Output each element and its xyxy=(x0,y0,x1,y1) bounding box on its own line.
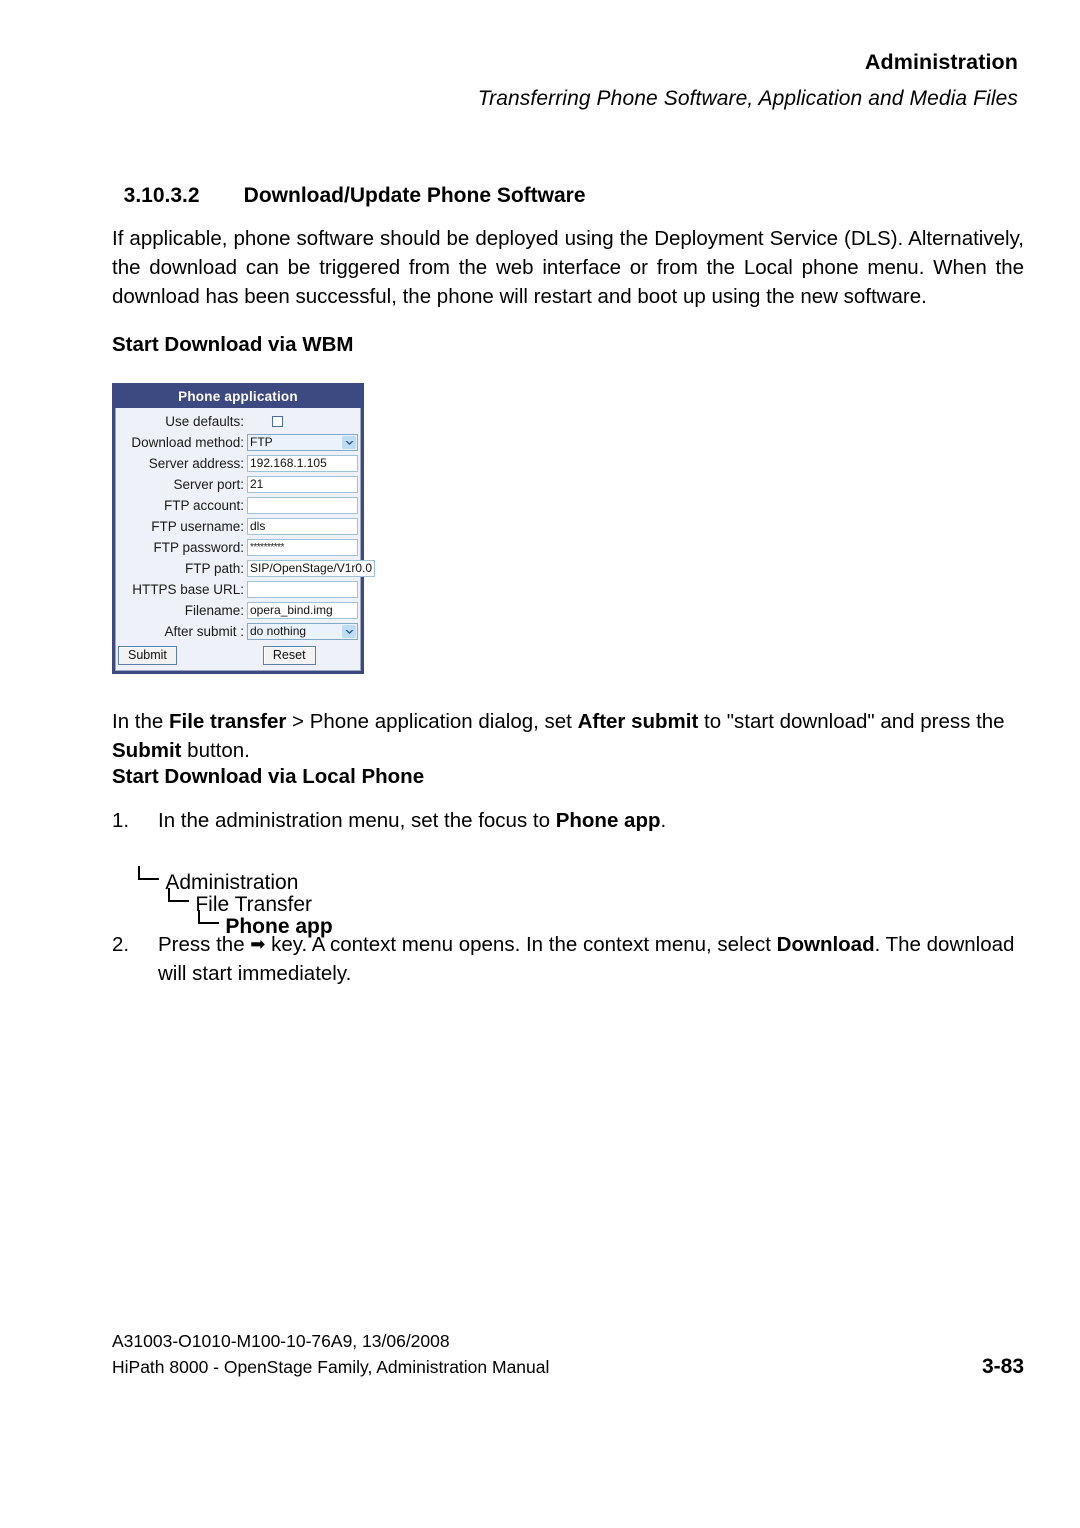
footer-bottom-row: HiPath 8000 - OpenStage Family, Administ… xyxy=(112,1354,1024,1380)
server-address-field: 192.168.1.105 xyxy=(247,455,358,472)
tree-row-administration: Administration xyxy=(112,845,333,894)
use-defaults-checkbox[interactable] xyxy=(272,416,283,427)
label-ftp-account: FTP account: xyxy=(163,498,244,513)
step-1-text: In the administration menu, set the focu… xyxy=(158,806,1024,835)
chevron-down-icon[interactable] xyxy=(342,625,356,638)
after-submit-value: do nothing xyxy=(250,624,307,638)
running-header: Administration Transferring Phone Softwa… xyxy=(477,50,1018,110)
dialog-title: Phone application xyxy=(115,386,361,408)
ft-part3: to "start download" and press the xyxy=(698,709,1005,733)
field-row-server-port: Server port: 21 xyxy=(118,474,358,495)
label-ftp-username: FTP username: xyxy=(151,519,244,534)
label-filename: Filename: xyxy=(184,603,244,618)
ftp-account-input[interactable] xyxy=(247,497,358,514)
s2-part2: key. A context menu opens. In the contex… xyxy=(265,933,777,956)
field-row-ftp-path: FTP path: SIP/OpenStage/V1r0.0 xyxy=(118,558,376,579)
s2-bold-download: Download xyxy=(776,933,875,956)
footer-page-number: 3-83 xyxy=(981,1355,1024,1378)
header-subtitle: Transferring Phone Software, Application… xyxy=(477,86,1018,110)
download-method-field: FTP xyxy=(247,434,358,451)
dialog-body: Use defaults: Download method: FTP Serve… xyxy=(115,408,376,671)
ftp-path-field: SIP/OpenStage/V1r0.0 xyxy=(247,560,376,577)
section-number: 3.10.3.2 xyxy=(123,184,200,207)
step-2-number: 2. xyxy=(112,933,130,956)
server-port-input[interactable]: 21 xyxy=(247,476,358,493)
step-item-1: 1. In the administration menu, set the f… xyxy=(112,806,1024,835)
use-defaults-cell xyxy=(247,416,358,427)
s1-part1: In the administration menu, set the focu… xyxy=(158,809,556,832)
download-method-value: FTP xyxy=(250,435,273,449)
field-row-https-base-url: HTTPS base URL: xyxy=(118,579,358,600)
label-ftp-password: FTP password: xyxy=(153,540,244,555)
label-download-method: Download method: xyxy=(131,435,244,450)
ftp-password-input[interactable]: ********** xyxy=(247,539,358,556)
field-row-server-address: Server address: 192.168.1.105 xyxy=(118,453,358,474)
after-submit-field: do nothing xyxy=(247,623,358,640)
ft-part2: > Phone application dialog, set xyxy=(286,709,578,733)
ft-bold-submit: Submit xyxy=(112,738,182,762)
administration-menu-tree: Administration File Transfer Phone app xyxy=(112,845,333,938)
field-row-use-defaults: Use defaults: xyxy=(118,411,358,432)
server-address-input[interactable]: 192.168.1.105 xyxy=(247,455,358,472)
header-title: Administration xyxy=(864,50,1018,74)
ft-part4: button. xyxy=(181,738,250,762)
label-server-address: Server address: xyxy=(148,456,244,471)
page-footer: A31003-O1010-M100-10-76A9, 13/06/2008 Hi… xyxy=(112,1328,1024,1380)
step-1-number: 1. xyxy=(112,809,130,832)
right-arrow-key-icon: ➡ xyxy=(250,934,266,954)
label-after-submit: After submit : xyxy=(164,624,244,639)
field-row-filename: Filename: opera_bind.img xyxy=(118,600,358,621)
submit-button[interactable]: Submit xyxy=(118,645,177,665)
footer-manual-title: HiPath 8000 - OpenStage Family, Administ… xyxy=(112,1357,550,1377)
field-row-ftp-password: FTP password: ********** xyxy=(118,537,358,558)
dialog-buttons: Submit Reset xyxy=(118,642,358,667)
field-row-ftp-account: FTP account: xyxy=(118,495,358,516)
download-method-select[interactable]: FTP xyxy=(247,434,358,451)
https-base-url-field xyxy=(247,581,358,598)
filename-input[interactable]: opera_bind.img xyxy=(247,602,358,619)
field-row-after-submit: After submit : do nothing xyxy=(118,621,358,642)
step-item-2: 2. Press the ➡ key. A context menu opens… xyxy=(112,930,1024,988)
after-submit-select[interactable]: do nothing xyxy=(247,623,358,640)
section-title: Download/Update Phone Software xyxy=(243,184,586,207)
label-ftp-path: FTP path: xyxy=(184,561,244,576)
tree-row-phone-app: Phone app xyxy=(172,889,333,938)
label-https-base-url: HTTPS base URL: xyxy=(132,582,244,597)
footer-doc-id: A31003-O1010-M100-10-76A9, 13/06/2008 xyxy=(112,1331,450,1351)
section-heading: 3.10.3.2 Download/Update Phone Software xyxy=(112,160,586,208)
s1-part2: . xyxy=(660,809,667,832)
ft-bold-after-submit: After submit xyxy=(577,709,699,733)
server-port-field: 21 xyxy=(247,476,358,493)
ft-bold-file-transfer: File transfer xyxy=(169,709,287,733)
filename-field: opera_bind.img xyxy=(247,602,358,619)
intro-paragraph: If applicable, phone software should be … xyxy=(112,226,1024,308)
label-use-defaults: Use defaults: xyxy=(165,414,244,429)
tree-row-file-transfer: File Transfer xyxy=(142,867,333,916)
ftp-username-input[interactable]: dls xyxy=(247,518,358,535)
subheading-start-download-via-local-phone: Start Download via Local Phone xyxy=(112,765,425,788)
step-2-text: Press the ➡ key. A context menu opens. I… xyxy=(158,930,1024,988)
ftp-password-field: ********** xyxy=(247,539,358,556)
reset-button[interactable]: Reset xyxy=(262,645,316,665)
ftp-path-input[interactable]: SIP/OpenStage/V1r0.0 xyxy=(247,560,376,577)
ftp-account-field xyxy=(247,497,358,514)
s2-part1: Press the xyxy=(158,933,251,956)
field-row-download-method: Download method: FTP xyxy=(118,432,358,453)
field-row-ftp-username: FTP username: dls xyxy=(118,516,358,537)
phone-application-dialog: Phone application Use defaults: Download… xyxy=(112,383,376,674)
chevron-down-icon[interactable] xyxy=(342,436,356,449)
paragraph-file-transfer: In the File transfer > Phone application… xyxy=(112,707,1024,765)
s1-bold-phone-app: Phone app xyxy=(555,809,661,832)
https-base-url-input[interactable] xyxy=(247,581,358,598)
subheading-start-download-via-wbm: Start Download via WBM xyxy=(112,333,354,356)
ftp-username-field: dls xyxy=(247,518,358,535)
ft-part1: In the xyxy=(112,709,169,733)
label-server-port: Server port: xyxy=(173,477,244,492)
